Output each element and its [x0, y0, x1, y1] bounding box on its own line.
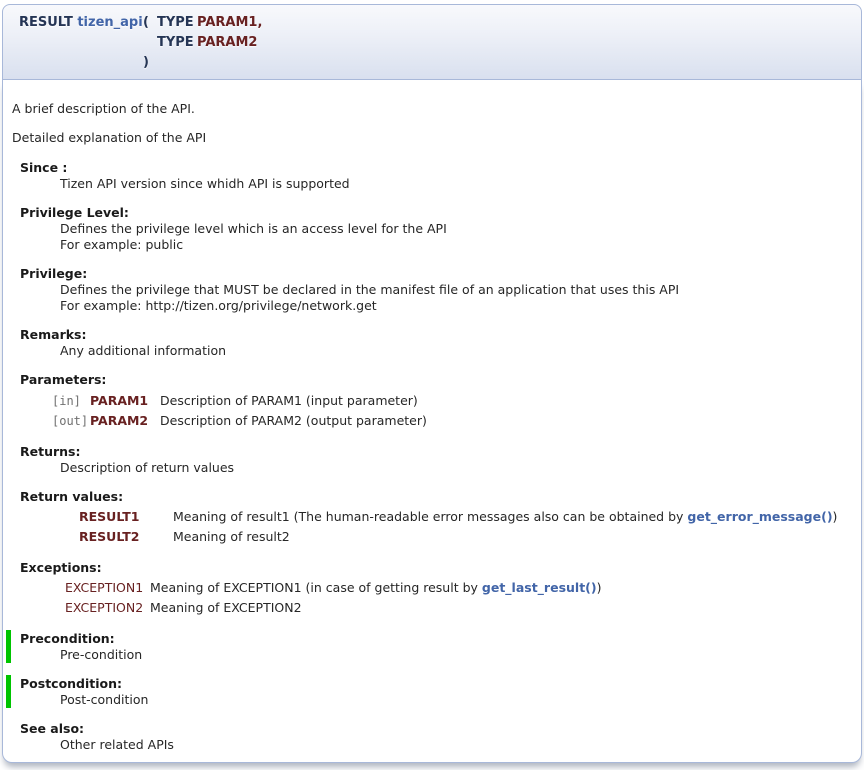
- exceptions-title: Exceptions:: [20, 559, 852, 576]
- param1-direction: [in]: [52, 391, 90, 411]
- remarks-text: Any additional information: [60, 343, 852, 359]
- param1-type: TYPE: [157, 13, 197, 33]
- privilege-example: For example: http://tizen.org/privilege/…: [60, 298, 852, 314]
- return-type: RESULT: [19, 15, 73, 30]
- param2-name: PARAM2: [197, 33, 262, 53]
- privilege-text: Defines the privilege that MUST be decla…: [60, 282, 852, 298]
- remarks-title: Remarks:: [20, 326, 852, 343]
- param2-name: PARAM2: [90, 411, 160, 431]
- section-privilege-level: Privilege Level: Defines the privilege l…: [20, 204, 852, 253]
- see-also-text: Other related APIs: [60, 737, 852, 753]
- parameters-title: Parameters:: [20, 371, 852, 388]
- get-error-message-link[interactable]: get_error_message(): [687, 509, 832, 524]
- result2-description: Meaning of result2: [173, 527, 837, 547]
- doc-body: A brief description of the API. Detailed…: [2, 80, 862, 763]
- brief-description: A brief description of the API.: [12, 101, 852, 117]
- result1-name: RESULT1: [79, 507, 173, 527]
- section-return-values: Return values: RESULT1 Meaning of result…: [20, 488, 852, 547]
- parameters-table: [in] PARAM1 Description of PARAM1 (input…: [52, 391, 427, 431]
- param1-description: Description of PARAM1 (input parameter): [160, 391, 427, 411]
- table-row: RESULT2 Meaning of result2: [79, 527, 837, 547]
- open-paren: (: [143, 13, 157, 33]
- return-values-table: RESULT1 Meaning of result1 (The human-re…: [79, 507, 837, 547]
- section-parameters: Parameters: [in] PARAM1 Description of P…: [20, 371, 852, 431]
- function-prototype: RESULT tizen_api ( TYPE PARAM1, TYPE PAR…: [2, 4, 862, 80]
- section-postcondition: Postcondition: Post-condition: [6, 675, 852, 708]
- see-also-title: See also:: [20, 720, 852, 737]
- postcondition-title: Postcondition:: [20, 675, 852, 692]
- param2-description: Description of PARAM2 (output parameter): [160, 411, 427, 431]
- api-doc-item: RESULT tizen_api ( TYPE PARAM1, TYPE PAR…: [2, 4, 862, 763]
- table-row: RESULT1 Meaning of result1 (The human-re…: [79, 507, 837, 527]
- since-text: Tizen API version since whidh API is sup…: [60, 176, 852, 192]
- privilege-title: Privilege:: [20, 265, 852, 282]
- param1-name: PARAM1: [90, 391, 160, 411]
- param2-direction: [out]: [52, 411, 90, 431]
- privilege-level-text: Defines the privilege level which is an …: [60, 221, 852, 237]
- tizen-api-link[interactable]: tizen_api: [77, 15, 142, 30]
- result1-description: Meaning of result1 (The human-readable e…: [173, 507, 837, 527]
- section-see-also: See also: Other related APIs: [20, 720, 852, 753]
- close-paren: ): [143, 53, 157, 73]
- table-row: [out] PARAM2 Description of PARAM2 (outp…: [52, 411, 427, 431]
- postcondition-text: Post-condition: [60, 692, 852, 708]
- result2-name: RESULT2: [79, 527, 173, 547]
- detailed-description: Detailed explanation of the API: [12, 130, 852, 146]
- section-since: Since : Tizen API version since whidh AP…: [20, 159, 852, 192]
- precondition-text: Pre-condition: [60, 647, 852, 663]
- exception1-description: Meaning of EXCEPTION1 (in case of gettin…: [150, 578, 602, 598]
- table-row: [in] PARAM1 Description of PARAM1 (input…: [52, 391, 427, 411]
- prototype-table: RESULT tizen_api ( TYPE PARAM1, TYPE PAR…: [19, 13, 262, 73]
- privilege-level-example: For example: public: [60, 237, 852, 253]
- section-returns: Returns: Description of return values: [20, 443, 852, 476]
- section-remarks: Remarks: Any additional information: [20, 326, 852, 359]
- exception2-description: Meaning of EXCEPTION2: [150, 598, 602, 618]
- exception1-name: EXCEPTION1: [65, 578, 150, 598]
- privilege-level-title: Privilege Level:: [20, 204, 852, 221]
- param1-name: PARAM1,: [197, 13, 262, 33]
- section-exceptions: Exceptions: EXCEPTION1 Meaning of EXCEPT…: [20, 559, 852, 618]
- section-precondition: Precondition: Pre-condition: [6, 630, 852, 663]
- exception2-name: EXCEPTION2: [65, 598, 150, 618]
- table-row: EXCEPTION1 Meaning of EXCEPTION1 (in cas…: [65, 578, 602, 598]
- param2-type: TYPE: [157, 33, 197, 53]
- returns-title: Returns:: [20, 443, 852, 460]
- returns-text: Description of return values: [60, 460, 852, 476]
- section-privilege: Privilege: Defines the privilege that MU…: [20, 265, 852, 314]
- table-row: EXCEPTION2 Meaning of EXCEPTION2: [65, 598, 602, 618]
- get-last-result-link[interactable]: get_last_result(): [482, 580, 597, 595]
- precondition-title: Precondition:: [20, 630, 852, 647]
- exceptions-table: EXCEPTION1 Meaning of EXCEPTION1 (in cas…: [65, 578, 602, 618]
- since-title: Since :: [20, 159, 852, 176]
- return-values-title: Return values:: [20, 488, 852, 505]
